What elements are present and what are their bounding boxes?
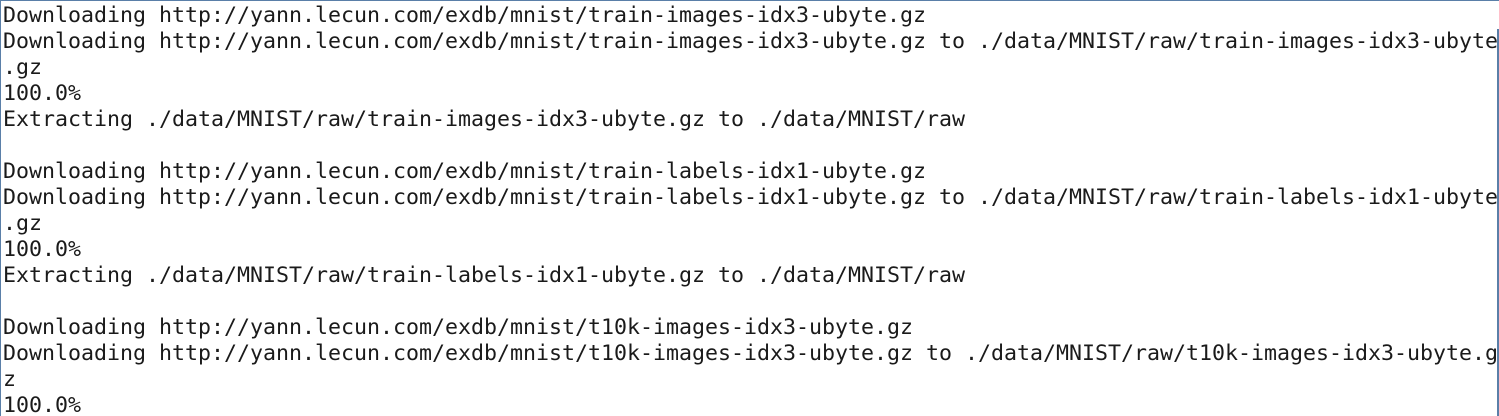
output-line: Downloading http://yann.lecun.com/exdb/m… — [3, 185, 1499, 210]
output-line: 100.0% — [3, 393, 82, 416]
output-line: Downloading http://yann.lecun.com/exdb/m… — [3, 159, 927, 184]
output-line: Downloading http://yann.lecun.com/exdb/m… — [3, 3, 927, 28]
output-line: 100.0% — [3, 237, 82, 262]
terminal-window[interactable]: Downloading http://yann.lecun.com/exdb/m… — [0, 0, 1499, 416]
output-line: Extracting ./data/MNIST/raw/train-images… — [3, 107, 966, 132]
output-line: Downloading http://yann.lecun.com/exdb/m… — [3, 341, 1499, 366]
output-line: Extracting ./data/MNIST/raw/train-labels… — [3, 263, 966, 288]
output-line: Downloading http://yann.lecun.com/exdb/m… — [3, 29, 1499, 54]
output-line: z — [3, 367, 17, 392]
terminal-output: Downloading http://yann.lecun.com/exdb/m… — [3, 3, 1498, 416]
output-line: Downloading http://yann.lecun.com/exdb/m… — [3, 315, 914, 340]
output-line: .gz — [3, 55, 43, 80]
output-line: 100.0% — [3, 81, 82, 106]
output-line: .gz — [3, 211, 43, 236]
